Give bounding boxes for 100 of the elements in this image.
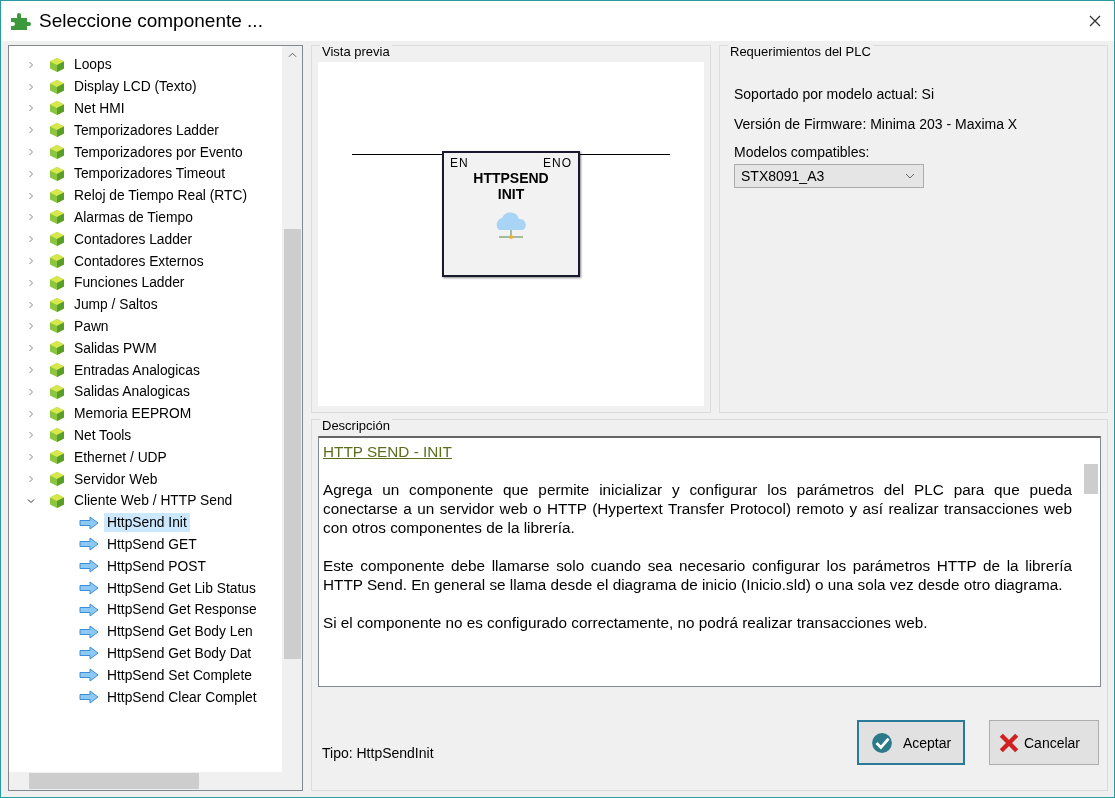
cube-icon <box>49 100 65 117</box>
cross-icon <box>998 731 1020 754</box>
arrow-icon <box>79 602 99 617</box>
requirement-text: Soportado por modelo actual: Si <box>734 86 935 102</box>
description-paragraph: Si el componente no es configurado correctamente, no podrá realizar transacciones web. <box>323 613 929 632</box>
cube-icon <box>49 405 65 422</box>
scroll-up-icon[interactable] <box>287 52 297 58</box>
scrollbar[interactable] <box>282 46 302 772</box>
cube-icon <box>49 144 65 161</box>
cube-icon <box>49 427 65 444</box>
horizontal-scrollbar[interactable] <box>9 772 302 790</box>
chevron-icon[interactable] <box>27 322 35 331</box>
tree-item[interactable]: Funciones Ladder <box>71 273 188 293</box>
tree-item[interactable]: HttpSend Set Complete <box>104 665 255 685</box>
field-label: Modelos compatibles: <box>734 144 871 160</box>
chevron-icon[interactable] <box>27 496 35 505</box>
tree-item[interactable]: Net Tools <box>71 425 135 445</box>
tree-item[interactable]: Salidas PWM <box>71 338 160 358</box>
cube-icon <box>49 165 65 182</box>
tree-item[interactable]: Pawn <box>71 316 112 336</box>
cube-icon <box>49 56 65 73</box>
chevron-icon[interactable] <box>27 344 35 353</box>
chevron-icon[interactable] <box>27 148 35 157</box>
arrow-icon <box>79 646 99 661</box>
port-label: ENO <box>543 156 572 170</box>
close-icon[interactable] <box>1088 14 1102 28</box>
description-paragraph: Este componente debe llamarse solo cuando sea necesario configurar los parámetros HTTP de la librería HTTP Send. En general se llama desde el diagrama de inicio (Inicio.sld) o una sola vez desde otro diagrama. <box>323 556 1072 594</box>
cube-icon <box>49 340 65 357</box>
chevron-icon[interactable] <box>27 257 35 266</box>
tree-item[interactable]: HttpSend Get Body Dat <box>104 643 255 663</box>
cube-icon <box>49 383 65 400</box>
requirement-text: Versión de Firmware: Minima 203 - Maxima X <box>734 116 1019 132</box>
arrow-icon <box>79 537 99 552</box>
tree-item[interactable]: Contadores Ladder <box>71 229 196 249</box>
tree-item[interactable]: HttpSend Clear Complet <box>104 687 260 707</box>
chevron-icon[interactable] <box>27 409 35 418</box>
chevron-icon[interactable] <box>27 366 35 375</box>
chevron-icon[interactable] <box>27 60 35 69</box>
cube-icon <box>49 274 65 291</box>
chevron-icon[interactable] <box>27 431 35 440</box>
tree-item[interactable]: Entradas Analogicas <box>71 360 203 380</box>
tree-item[interactable]: HttpSend GET <box>104 534 200 554</box>
tree-item[interactable]: Temporizadores Timeout <box>71 164 229 184</box>
window-title: Seleccione componente ... <box>39 10 264 32</box>
arrow-icon <box>79 668 99 683</box>
chevron-icon[interactable] <box>27 387 35 396</box>
chevron-icon[interactable] <box>27 191 35 200</box>
tree-item[interactable]: Display LCD (Texto) <box>71 77 200 97</box>
tree-item[interactable]: Jump / Saltos <box>71 295 161 315</box>
arrow-icon <box>79 624 99 639</box>
tree-item[interactable]: Temporizadores por Evento <box>71 142 246 162</box>
tree-item[interactable]: Salidas Analogicas <box>71 382 193 402</box>
cube-icon <box>49 296 65 313</box>
arrow-icon <box>79 581 99 595</box>
tree-item[interactable]: Alarmas de Tiempo <box>71 207 196 227</box>
cube-icon <box>49 187 65 204</box>
tree-item[interactable]: HttpSend Get Body Len <box>104 622 256 642</box>
chevron-icon[interactable] <box>27 82 35 91</box>
cube-icon <box>49 253 65 270</box>
tree-item[interactable]: HttpSend Get Response <box>104 600 260 620</box>
tree-item[interactable]: Net HMI <box>71 99 128 118</box>
chevron-icon[interactable] <box>27 278 35 287</box>
cube-icon <box>49 122 65 139</box>
arrow-icon <box>79 515 99 530</box>
cube-icon <box>49 231 65 248</box>
port-label: EN <box>450 156 469 170</box>
chevron-icon[interactable] <box>27 453 35 462</box>
tree-item[interactable]: HttpSend POST <box>104 556 209 576</box>
chevron-icon[interactable] <box>27 126 35 135</box>
chevron-icon[interactable] <box>27 235 35 244</box>
tree-item[interactable]: Contadores Externos <box>71 251 207 271</box>
cube-icon <box>49 209 65 226</box>
puzzle-icon <box>9 12 33 30</box>
chevron-icon[interactable] <box>27 169 35 178</box>
dropdown-caret-icon[interactable] <box>905 173 915 179</box>
tree-item[interactable]: Loops <box>71 55 115 75</box>
cube-icon <box>49 449 65 466</box>
arrow-icon <box>79 690 99 704</box>
block-name: INIT <box>497 186 525 202</box>
cube-icon <box>49 471 65 488</box>
cube-icon <box>49 78 65 95</box>
cube-icon <box>49 362 65 379</box>
tree-item[interactable]: Servidor Web <box>71 469 161 489</box>
cube-icon <box>49 492 65 509</box>
cancel-button[interactable]: Cancelar <box>989 720 1099 765</box>
description-heading[interactable]: HTTP SEND - INIT <box>323 442 1072 461</box>
accept-button[interactable]: Aceptar <box>857 720 965 765</box>
chevron-icon[interactable] <box>27 104 35 113</box>
tree-item[interactable]: HttpSend Get Lib Status <box>104 578 259 598</box>
chevron-icon[interactable] <box>27 213 35 222</box>
tree-item[interactable]: Temporizadores Ladder <box>71 120 222 140</box>
chevron-icon[interactable] <box>27 475 35 484</box>
tree-item[interactable]: Memoria EEPROM <box>71 404 195 424</box>
chevron-icon[interactable] <box>27 300 35 309</box>
tree-item[interactable]: Cliente Web / HTTP Send <box>71 491 236 511</box>
tree-item[interactable]: Ethernet / UDP <box>71 447 170 467</box>
tree-item[interactable]: HttpSend Init <box>104 513 190 533</box>
group-title: Requerimientos del PLC <box>728 44 873 59</box>
model-dropdown[interactable]: STX8091_A3 <box>734 164 924 188</box>
tree-item[interactable]: Reloj de Tiempo Real (RTC) <box>71 186 251 206</box>
